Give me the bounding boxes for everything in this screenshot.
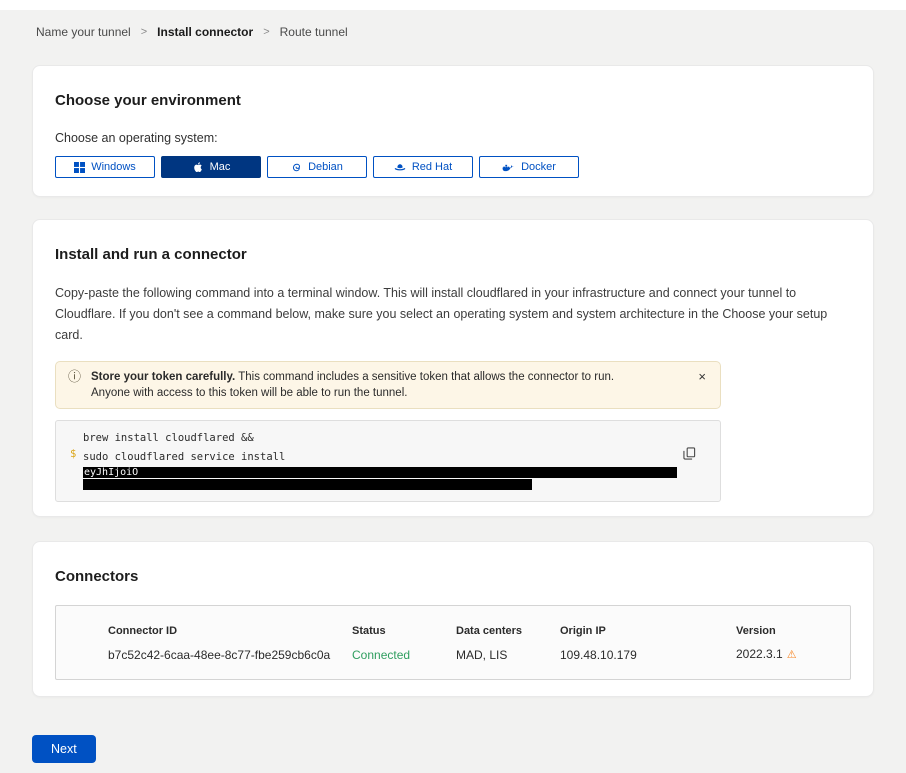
copy-icon[interactable]: [683, 447, 696, 460]
column-header-origin-ip: Origin IP: [560, 624, 736, 638]
debian-icon: [291, 162, 302, 173]
redacted-token-line-2: [83, 479, 708, 491]
column-header-connector-id: Connector ID: [108, 624, 352, 638]
os-button-redhat[interactable]: Red Hat: [373, 156, 473, 178]
token-redaction-bar: [83, 479, 532, 490]
shell-prompt: $: [70, 429, 83, 491]
os-button-label: Docker: [521, 161, 556, 173]
connector-status-value: Connected: [352, 648, 456, 663]
column-header-status: Status: [352, 624, 456, 638]
next-button[interactable]: Next: [32, 735, 96, 763]
os-button-windows[interactable]: Windows: [55, 156, 155, 178]
breadcrumb-step-install-connector[interactable]: Install connector: [157, 25, 253, 39]
environment-card-title: Choose your environment: [55, 92, 851, 109]
column-header-data-centers: Data centers: [456, 624, 560, 638]
breadcrumb-separator: >: [263, 26, 269, 38]
connectors-card: Connectors Connector ID Status Data cent…: [32, 541, 874, 697]
os-button-label: Red Hat: [412, 161, 452, 173]
os-button-label: Debian: [308, 161, 343, 173]
token-prefix: eyJhIjoiO: [83, 467, 138, 478]
token-warning-banner: ⓘ Store your token carefully. This comma…: [55, 361, 721, 409]
connector-version-value: 2022.3.1 ⚠: [736, 647, 834, 663]
install-connector-card: Install and run a connector Copy-paste t…: [32, 219, 874, 517]
token-warning-title: Store your token carefully.: [91, 371, 235, 383]
breadcrumb-step-route-tunnel[interactable]: Route tunnel: [280, 25, 348, 39]
os-button-debian[interactable]: Debian: [267, 156, 367, 178]
breadcrumb-step-name-your-tunnel[interactable]: Name your tunnel: [36, 25, 131, 39]
docker-icon: [502, 162, 515, 173]
install-instructions: Copy-paste the following command into a …: [55, 283, 851, 346]
connectors-table: Connector ID Status Data centers Origin …: [55, 605, 851, 680]
token-redaction-bar: eyJhIjoiO: [83, 467, 677, 478]
breadcrumb: Name your tunnel > Install connector > R…: [0, 10, 906, 39]
os-button-label: Mac: [210, 161, 231, 173]
install-card-title: Install and run a connector: [55, 246, 851, 263]
install-command: brew install cloudflared && sudo cloudfl…: [83, 429, 708, 491]
redhat-icon: [394, 161, 406, 173]
windows-icon: [74, 162, 85, 173]
connector-origin-ip-value: 109.48.10.179: [560, 648, 736, 663]
tunnel-setup-page: Name your tunnel > Install connector > R…: [0, 10, 906, 773]
token-warning-text: Store your token carefully. This command…: [91, 369, 651, 401]
version-warning-icon: ⚠: [787, 649, 797, 661]
breadcrumb-separator: >: [141, 26, 147, 38]
apple-icon: [192, 161, 204, 173]
os-button-label: Windows: [91, 161, 136, 173]
info-icon: ⓘ: [68, 369, 81, 401]
connector-id-value: b7c52c42-6caa-48ee-8c77-fbe259cb6c0a: [108, 648, 352, 663]
column-header-version: Version: [736, 624, 834, 638]
os-button-mac[interactable]: Mac: [161, 156, 261, 178]
command-line-1: brew install cloudflared &&: [83, 429, 708, 448]
redacted-token-line-1: eyJhIjoiO: [83, 467, 708, 479]
connector-data-centers-value: MAD, LIS: [456, 648, 560, 663]
close-icon[interactable]: ×: [696, 369, 708, 385]
choose-environment-card: Choose your environment Choose an operat…: [32, 65, 874, 197]
connectors-card-title: Connectors: [55, 568, 851, 585]
command-line-2: sudo cloudflared service install: [83, 448, 708, 467]
os-button-group: Windows Mac Debian Red Hat: [55, 156, 851, 178]
os-select-label: Choose an operating system:: [55, 131, 851, 146]
os-button-docker[interactable]: Docker: [479, 156, 579, 178]
version-text: 2022.3.1: [736, 647, 783, 661]
install-command-block: $ brew install cloudflared && sudo cloud…: [55, 420, 721, 502]
